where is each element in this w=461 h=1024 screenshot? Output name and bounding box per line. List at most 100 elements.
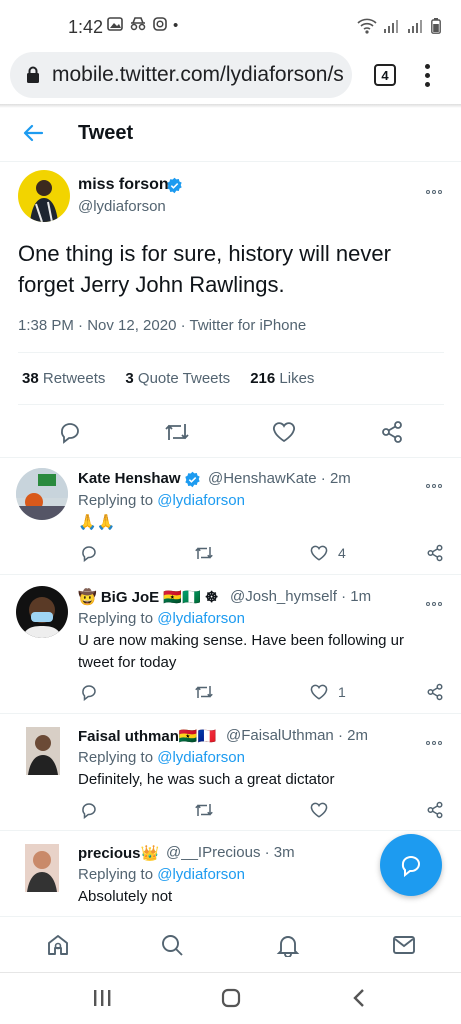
instagram-notification-icon [153, 17, 167, 31]
tweet-stats: 38 Retweets 3 Quote Tweets 216 Likes [22, 370, 314, 387]
replying-prefix: Replying to [78, 749, 154, 766]
stat-label: Retweets [42, 370, 106, 387]
home-icon[interactable] [46, 933, 70, 957]
stat-likes[interactable]: 216 Likes [250, 370, 314, 387]
compose-message-icon [401, 856, 420, 877]
page-title: Tweet [78, 122, 134, 144]
replying-to-link[interactable]: @lydiaforson [157, 749, 245, 766]
signal-icon [384, 20, 398, 33]
avatar-image [16, 468, 68, 520]
reply-time: · 3m [264, 844, 295, 861]
incognito-notification-icon [130, 17, 146, 31]
reply-author-handle[interactable]: @Josh_hymself · 1m [230, 588, 371, 605]
more-options-icon[interactable] [426, 593, 446, 606]
like-count: 1 [338, 684, 346, 700]
verified-icon [185, 471, 200, 488]
tweet-header: Tweet [0, 108, 461, 162]
avatar[interactable] [16, 586, 68, 638]
retweet-icon[interactable] [194, 801, 214, 819]
stat-count: 216 [250, 370, 276, 387]
reply-time: · 2m [337, 727, 368, 744]
like-icon[interactable] [310, 544, 328, 562]
back-button-icon[interactable] [352, 988, 366, 1008]
reply-text: Definitely, he was such a great dictator [78, 771, 335, 788]
tab-switcher-button[interactable]: 4 [374, 64, 396, 86]
verified-icon [167, 177, 182, 194]
reply-icon[interactable] [80, 683, 98, 701]
signal-2-icon [408, 20, 422, 33]
stat-count: 38 [22, 370, 39, 387]
recent-apps-icon[interactable] [92, 989, 112, 1007]
stat-retweets[interactable]: 38 Retweets [22, 370, 105, 387]
search-icon[interactable] [160, 933, 184, 957]
like-icon[interactable] [272, 420, 296, 444]
compose-message-button[interactable] [380, 834, 442, 896]
tweet-author-handle[interactable]: @lydiaforson [78, 198, 166, 215]
avatar[interactable] [22, 725, 64, 777]
share-icon[interactable] [426, 801, 444, 819]
lock-icon [27, 66, 39, 83]
stat-quote-tweets[interactable]: 3 Quote Tweets [125, 370, 230, 387]
battery-icon [431, 18, 441, 34]
reply-item[interactable]: Kate Henshaw @HenshawKate · 2m Replying … [0, 458, 461, 575]
replying-to-link[interactable]: @lydiaforson [157, 492, 245, 509]
reply-author-name[interactable]: Kate Henshaw [78, 470, 181, 487]
reply-author-name[interactable]: 🤠 BiG JoE 🇬🇭🇳🇬 ☸ [78, 588, 218, 606]
tweet-actions [0, 420, 461, 444]
replying-prefix: Replying to [78, 610, 154, 627]
reply-text: Absolutely not [78, 888, 173, 905]
reply-icon[interactable] [80, 544, 98, 562]
reply-item[interactable]: Faisal uthman🇬🇭🇫🇷 @FaisalUthman · 2m Rep… [0, 715, 461, 831]
share-icon[interactable] [426, 544, 444, 562]
more-options-icon[interactable] [426, 181, 446, 194]
messages-icon[interactable] [392, 933, 416, 957]
replying-prefix: Replying to [78, 492, 154, 509]
reply-author-handle[interactable]: @__IPrecious · 3m [166, 844, 295, 861]
like-count: 4 [338, 545, 346, 561]
stat-count: 3 [125, 370, 134, 387]
like-icon[interactable] [310, 801, 328, 819]
avatar-image [30, 180, 58, 222]
retweet-icon[interactable] [194, 683, 214, 701]
url-text[interactable]: mobile.twitter.com/lydiaforson/s [52, 63, 344, 87]
replying-to: Replying to @lydiaforson [78, 492, 245, 509]
share-icon[interactable] [426, 683, 444, 701]
replying-to-link[interactable]: @lydiaforson [157, 866, 245, 883]
bottom-tab-bar [0, 916, 461, 972]
handle-text: @FaisalUthman [226, 727, 334, 744]
reply-icon[interactable] [80, 801, 98, 819]
back-arrow-icon[interactable] [22, 122, 44, 144]
status-system-icons [357, 18, 441, 34]
home-button-icon[interactable] [221, 988, 241, 1008]
like-icon[interactable] [310, 683, 328, 701]
share-icon[interactable] [380, 420, 404, 444]
tweet-author-name[interactable]: miss forson [78, 176, 169, 194]
avatar[interactable] [22, 842, 62, 894]
tweet-text: One thing is for sure, history will neve… [18, 241, 391, 297]
reply-time: · 2m [320, 470, 351, 487]
reply-item[interactable]: 🤠 BiG JoE 🇬🇭🇳🇬 ☸ @Josh_hymself · 1m Repl… [0, 576, 461, 714]
gallery-notification-icon [107, 17, 123, 31]
system-navigation-bar [0, 972, 461, 1024]
reply-author-handle[interactable]: @HenshawKate · 2m [208, 470, 351, 487]
replying-to-link[interactable]: @lydiaforson [157, 610, 245, 627]
retweet-icon[interactable] [194, 544, 214, 562]
reply-author-name[interactable]: Faisal uthman🇬🇭🇫🇷 [78, 727, 216, 745]
more-options-icon[interactable] [426, 475, 446, 488]
replying-prefix: Replying to [78, 866, 154, 883]
avatar-image [25, 844, 59, 892]
notifications-icon[interactable] [276, 933, 300, 957]
browser-menu-icon[interactable] [424, 64, 432, 88]
divider [18, 404, 444, 405]
reply-author-handle[interactable]: @FaisalUthman · 2m [226, 727, 368, 744]
avatar[interactable] [16, 468, 68, 520]
stat-label: Likes [279, 370, 315, 387]
retweet-icon[interactable] [164, 420, 190, 444]
reply-author-name[interactable]: precious👑 [78, 844, 159, 862]
avatar[interactable] [18, 170, 70, 222]
more-options-icon[interactable] [426, 732, 446, 745]
status-more-dot: • [173, 17, 179, 34]
url-bar[interactable]: mobile.twitter.com/lydiaforson/s [10, 52, 352, 98]
avatar-image [26, 727, 60, 775]
reply-icon[interactable] [58, 420, 82, 444]
